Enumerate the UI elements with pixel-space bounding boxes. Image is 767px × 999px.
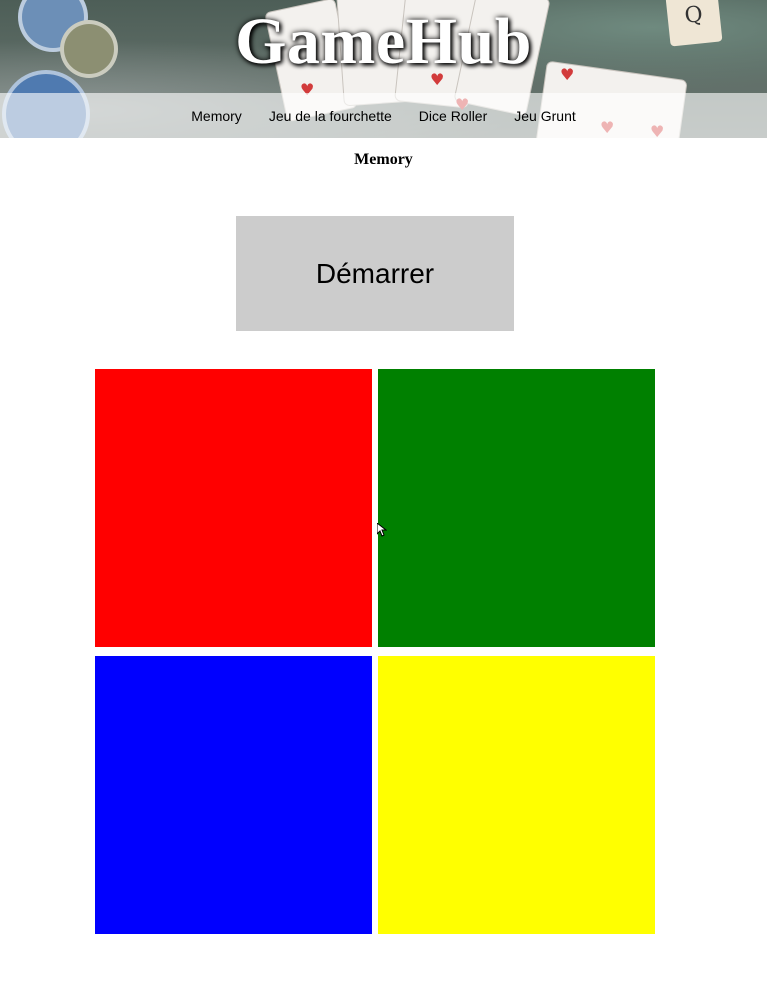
page-title: Memory [354,151,413,168]
site-header: ♥ ♥ ♥ ♥ ♥ ♥ Q GameHub Memory Jeu de la f… [0,0,767,138]
main-navigation: Memory Jeu de la fourchette Dice Roller … [0,93,767,138]
color-tile-blue[interactable] [95,656,372,934]
nav-item-jeu-grunt[interactable]: Jeu Grunt [514,108,575,124]
color-tile-red[interactable] [95,369,372,647]
nav-item-memory[interactable]: Memory [191,108,242,124]
nav-item-dice-roller[interactable]: Dice Roller [419,108,487,124]
mouse-cursor-icon [377,523,387,537]
color-tile-green[interactable] [378,369,655,647]
nav-item-jeu-de-la-fourchette[interactable]: Jeu de la fourchette [269,108,392,124]
site-title: GameHub [235,5,532,78]
color-tile-yellow[interactable] [378,656,655,934]
start-button[interactable]: Démarrer [236,216,514,331]
